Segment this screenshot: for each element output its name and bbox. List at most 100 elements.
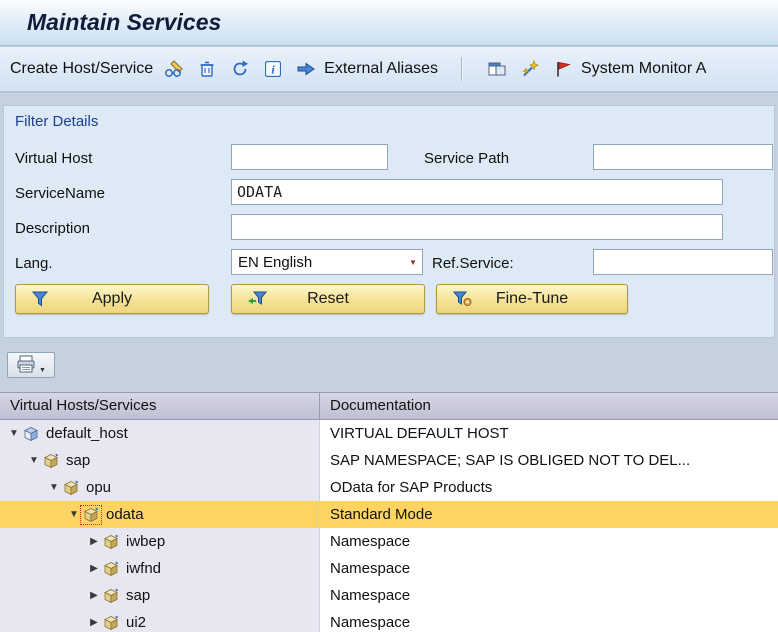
tree-node-label: opu xyxy=(86,479,111,496)
page-title: Maintain Services xyxy=(27,9,221,36)
documentation-cell: Namespace xyxy=(320,528,778,555)
tree-row[interactable]: ▼ opu OData for SAP Products xyxy=(0,474,778,501)
expand-arrow-icon[interactable]: ▼ xyxy=(46,474,62,501)
printer-icon xyxy=(16,355,36,376)
service-name-label: ServiceName xyxy=(15,185,105,202)
wizard-icon[interactable] xyxy=(518,57,542,81)
tree-node-cell: ▶ ui2 xyxy=(0,609,320,632)
description-input[interactable] xyxy=(231,214,723,240)
tree-node-label: iwbep xyxy=(126,533,165,550)
expand-arrow-icon[interactable]: ▶ xyxy=(86,528,102,555)
application-toolbar: Create Host/Service xyxy=(0,47,778,93)
external-alias-arrow-icon xyxy=(294,57,318,81)
tree-row[interactable]: ▶ ui2 Namespace xyxy=(0,609,778,632)
delete-icon[interactable] xyxy=(195,57,219,81)
tree-indent xyxy=(0,622,86,623)
tree-node-cell: ▶ iwfnd xyxy=(0,555,320,582)
display-change-icon[interactable] xyxy=(162,57,186,81)
tree-indent xyxy=(0,487,46,488)
apply-button[interactable]: Apply xyxy=(15,284,209,314)
language-value: EN English xyxy=(238,254,404,271)
documentation-cell: Namespace xyxy=(320,582,778,609)
tree-row[interactable]: ▶ iwbep Namespace xyxy=(0,528,778,555)
expand-arrow-icon[interactable]: ▼ xyxy=(26,447,42,474)
expand-arrow-icon[interactable]: ▶ xyxy=(86,582,102,609)
tree-node-label: ui2 xyxy=(126,614,146,631)
info-icon[interactable]: i xyxy=(261,57,285,81)
tree-node-label: default_host xyxy=(46,425,128,442)
documentation-cell: Standard Mode xyxy=(320,501,778,528)
service-node-icon xyxy=(102,561,120,577)
tree-row[interactable]: ▶ iwfnd Namespace xyxy=(0,555,778,582)
print-menu-arrow-icon[interactable]: ▼ xyxy=(39,367,46,377)
column-header-documentation[interactable]: Documentation xyxy=(320,393,778,419)
toolbar-separator xyxy=(461,57,462,81)
system-monitor-label: System Monitor A xyxy=(581,60,706,78)
expand-arrow-icon[interactable]: ▼ xyxy=(66,501,82,528)
service-node-icon xyxy=(102,615,120,631)
virtual-host-input[interactable] xyxy=(231,144,388,170)
ref-service-label: Ref.Service: xyxy=(432,255,514,272)
tree-node-label: sap xyxy=(66,452,90,469)
description-label: Description xyxy=(15,220,90,237)
service-node-icon xyxy=(82,507,100,523)
documentation-cell: SAP NAMESPACE; SAP IS OBLIGED NOT TO DEL… xyxy=(320,447,778,474)
fine-tune-icon xyxy=(452,290,472,313)
tree-row[interactable]: ▼ default_host VIRTUAL DEFAULT HOST xyxy=(0,420,778,447)
refresh-icon[interactable] xyxy=(228,57,252,81)
documentation-cell: Namespace xyxy=(320,609,778,632)
tree-node-cell: ▼ default_host xyxy=(0,420,320,447)
print-button[interactable]: ▼ xyxy=(7,352,55,378)
sap-maintain-services-window: Maintain Services Create Host/Service xyxy=(0,0,778,632)
service-node-icon xyxy=(102,534,120,550)
tree-indent xyxy=(0,568,86,569)
new-window-icon[interactable] xyxy=(485,57,509,81)
apply-button-label: Apply xyxy=(92,290,132,308)
service-path-input[interactable] xyxy=(593,144,773,170)
tree-node-label: sap xyxy=(126,587,150,604)
combo-dropdown-icon[interactable]: ▼ xyxy=(404,258,422,267)
system-monitor-flag-icon xyxy=(551,57,575,81)
fine-tune-button-label: Fine-Tune xyxy=(496,290,568,308)
expand-arrow-icon[interactable]: ▼ xyxy=(6,420,22,447)
tree-node-cell: ▶ iwbep xyxy=(0,528,320,555)
tree-indent xyxy=(0,514,66,515)
tree-node-cell: ▼ odata xyxy=(0,501,320,528)
apply-filter-icon xyxy=(31,290,49,313)
column-header-virtual-hosts[interactable]: Virtual Hosts/Services xyxy=(0,393,320,419)
tree-indent xyxy=(0,595,86,596)
title-bar: Maintain Services xyxy=(0,0,778,46)
system-monitor-button[interactable]: System Monitor A xyxy=(551,57,706,81)
tree-row[interactable]: ▶ sap Namespace xyxy=(0,582,778,609)
documentation-cell: OData for SAP Products xyxy=(320,474,778,501)
tree-table-header: Virtual Hosts/Services Documentation xyxy=(0,392,778,420)
tree-node-cell: ▼ opu xyxy=(0,474,320,501)
reset-filter-icon xyxy=(247,290,267,313)
tree-body: ▼ default_host VIRTUAL DEFAULT HOST ▼ xyxy=(0,420,778,632)
external-aliases-button[interactable]: External Aliases xyxy=(294,57,438,81)
tree-node-label: iwfnd xyxy=(126,560,161,577)
service-node-icon xyxy=(62,480,80,496)
tree-node-label: odata xyxy=(106,506,144,523)
ref-service-input[interactable] xyxy=(593,249,773,275)
service-path-label: Service Path xyxy=(424,150,509,167)
create-host-service-button[interactable]: Create Host/Service xyxy=(10,60,153,78)
language-select[interactable]: EN English ▼ xyxy=(231,249,423,275)
fine-tune-button[interactable]: Fine-Tune xyxy=(436,284,628,314)
documentation-cell: VIRTUAL DEFAULT HOST xyxy=(320,420,778,447)
tree-node-cell: ▼ sap xyxy=(0,447,320,474)
service-node-icon xyxy=(42,453,60,469)
reset-button-label: Reset xyxy=(307,290,349,308)
documentation-cell: Namespace xyxy=(320,555,778,582)
filter-details-panel: Filter Details Virtual Host Service Path… xyxy=(3,105,775,338)
expand-arrow-icon[interactable]: ▶ xyxy=(86,609,102,632)
filter-details-title: Filter Details xyxy=(15,113,98,130)
expand-arrow-icon[interactable]: ▶ xyxy=(86,555,102,582)
service-name-input[interactable] xyxy=(231,179,723,205)
reset-button[interactable]: Reset xyxy=(231,284,425,314)
service-node-icon xyxy=(102,588,120,604)
tree-row[interactable]: ▼ odata Standard Mode xyxy=(0,501,778,528)
tree-row[interactable]: ▼ sap SAP NAMESPACE; SAP IS OBLIGED NOT … xyxy=(0,447,778,474)
external-aliases-label: External Aliases xyxy=(324,60,438,78)
virtual-host-label: Virtual Host xyxy=(15,150,92,167)
